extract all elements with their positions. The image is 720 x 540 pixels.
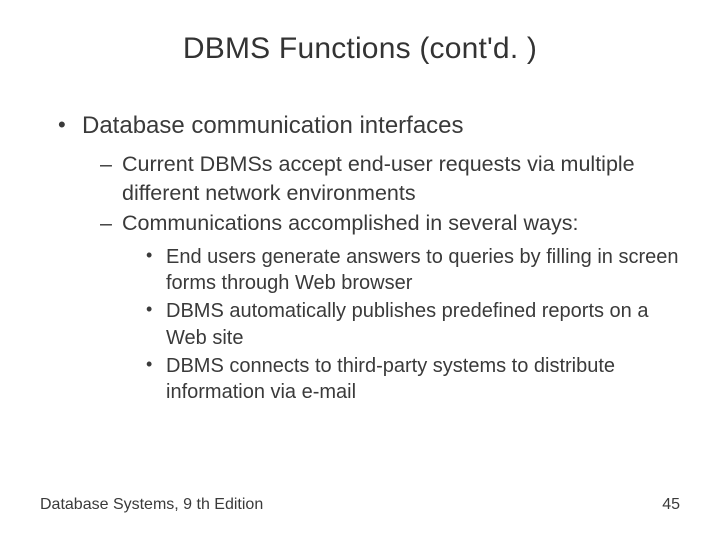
list-item: Current DBMSs accept end-user requests v… [100,150,680,207]
footer-page-number: 45 [662,496,680,514]
bullet-text: DBMS connects to third-party systems to … [166,355,615,403]
bullet-text: DBMS automatically publishes predefined … [166,300,648,348]
list-item: Communications accomplished in several w… [100,209,680,406]
bullet-list-level1: Database communication interfaces Curren… [40,110,680,406]
bullet-list-level2: Current DBMSs accept end-user requests v… [82,150,680,405]
footer-left: Database Systems, 9 th Edition [40,496,263,514]
list-item: Database communication interfaces Curren… [58,110,680,406]
bullet-list-level3: End users generate answers to queries by… [122,244,680,406]
bullet-text: Database communication interfaces [82,112,464,139]
slide-footer: Database Systems, 9 th Edition 45 [40,496,680,514]
slide-title: DBMS Functions (cont'd. ) [40,32,680,66]
list-item: DBMS connects to third-party systems to … [146,353,680,406]
bullet-text: End users generate answers to queries by… [166,246,679,294]
bullet-text: Communications accomplished in several w… [122,211,578,235]
list-item: DBMS automatically publishes predefined … [146,298,680,351]
list-item: End users generate answers to queries by… [146,244,680,297]
bullet-text: Current DBMSs accept end-user requests v… [122,152,635,204]
